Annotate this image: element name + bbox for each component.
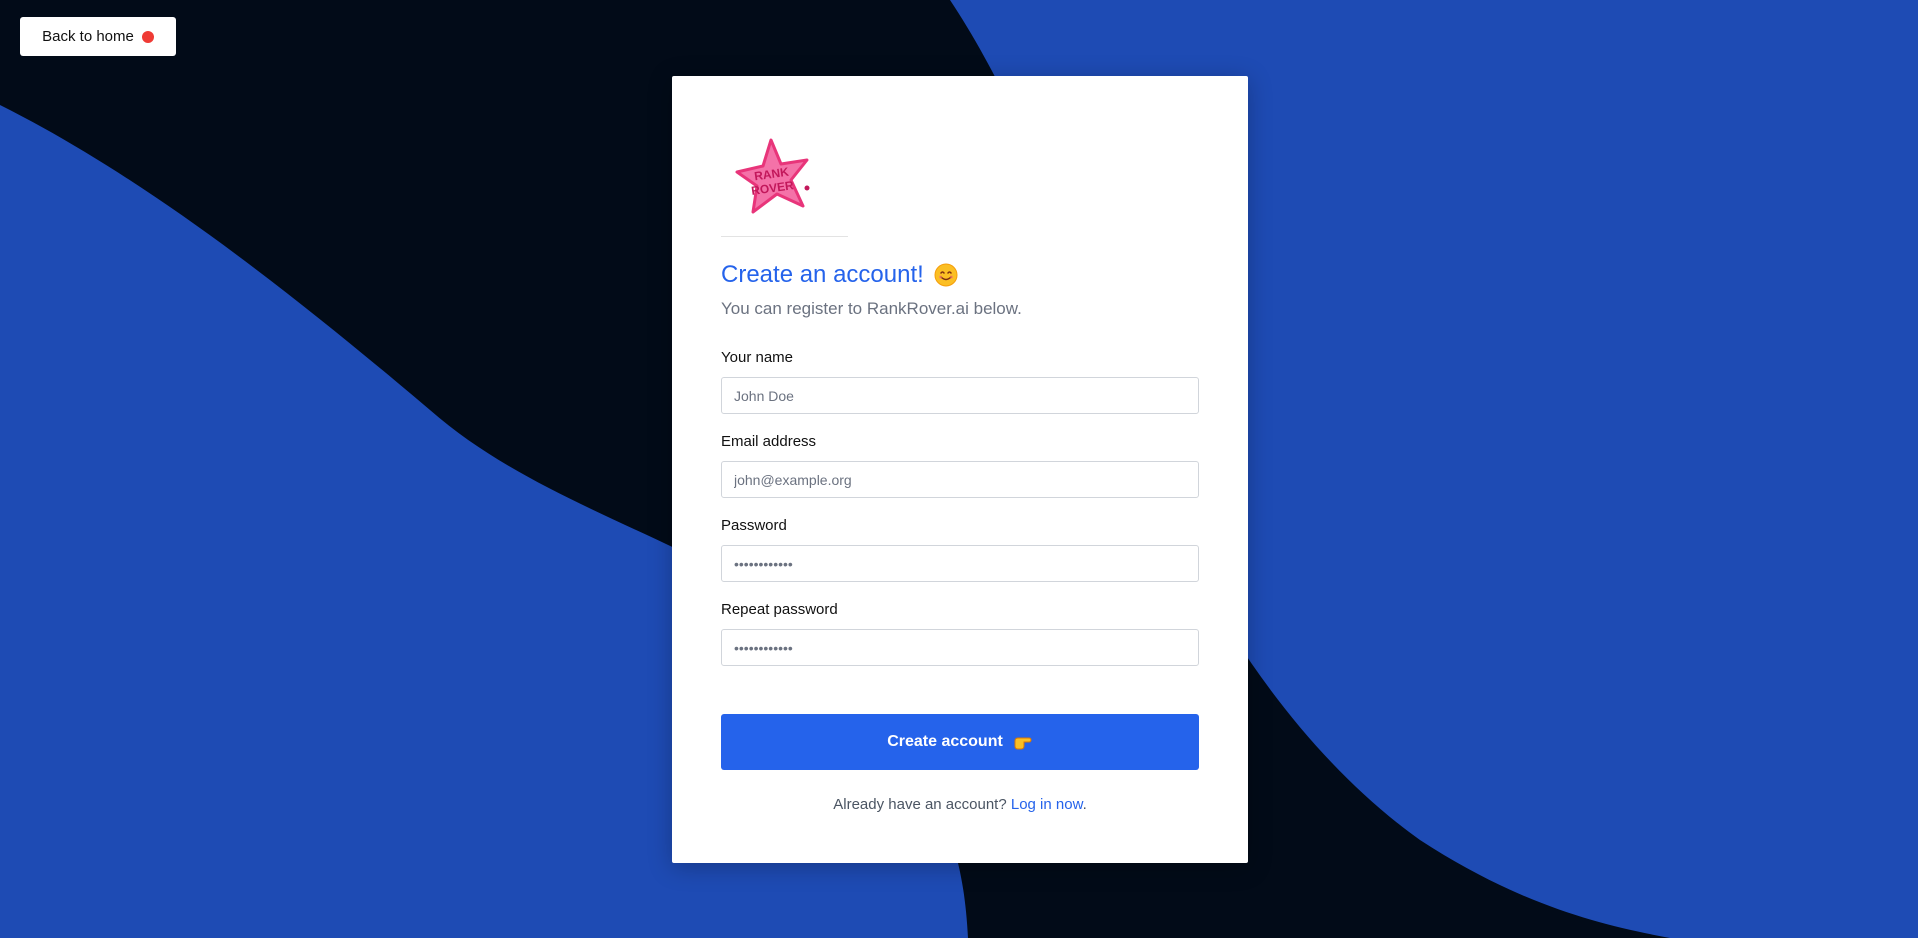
email-label: Email address [721, 433, 817, 450]
smiley-emoji-icon [934, 263, 958, 287]
back-to-home-button[interactable]: Back to home [20, 17, 176, 56]
page-subtitle: You can register to RankRover.ai below. [721, 299, 1022, 318]
login-prompt-end: . [1082, 796, 1087, 813]
password-input[interactable] [721, 545, 1199, 582]
login-link[interactable]: Log in now [1011, 796, 1083, 813]
rankrover-logo-image: RANK ROVER [735, 138, 810, 214]
page-title: Create an account! [721, 261, 958, 289]
login-prompt: Already have an account? Log in now. [672, 796, 1248, 813]
repeat-password-label: Repeat password [721, 601, 838, 618]
rankrover-logo: RANK ROVER [731, 134, 823, 226]
page-title-text: Create an account! [721, 261, 924, 288]
create-account-button[interactable]: Create account [721, 714, 1199, 770]
pointing-hand-icon [1014, 737, 1032, 750]
name-input[interactable] [721, 377, 1199, 414]
create-account-label: Create account [887, 733, 1003, 750]
login-prompt-text: Already have an account? [833, 796, 1007, 813]
repeat-password-input[interactable] [721, 629, 1199, 666]
name-label: Your name [721, 349, 793, 366]
email-input[interactable] [721, 461, 1199, 498]
logo-divider [721, 236, 848, 237]
register-card: RANK ROVER Create an account! You can re… [672, 76, 1248, 863]
password-label: Password [721, 517, 787, 534]
red-dot-icon [141, 30, 154, 43]
back-to-home-label: Back to home [42, 28, 134, 45]
